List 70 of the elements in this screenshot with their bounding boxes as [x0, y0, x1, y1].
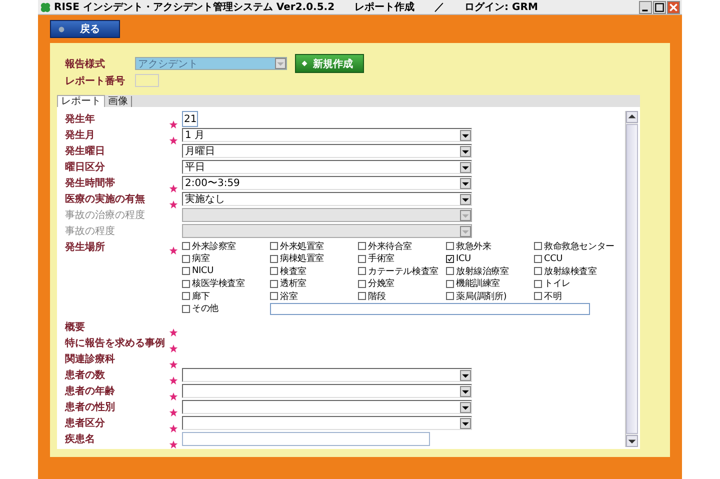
checkbox-option[interactable]: NICU [182, 265, 270, 278]
checkbox-option[interactable]: 薬局(調剤所) [446, 290, 534, 302]
dropdown[interactable]: 月曜日 [182, 144, 472, 158]
circle-icon [57, 24, 66, 34]
checkmark-icon [447, 256, 453, 262]
checkbox-option[interactable]: 救命救急センター [534, 240, 622, 252]
field-label: 医療の実施の有無 [65, 192, 146, 206]
maximize-icon[interactable] [653, 0, 666, 14]
dropdown[interactable]: 1 月 [182, 128, 472, 142]
other-location-field[interactable] [270, 302, 590, 314]
field-label: レポート番号 [65, 74, 126, 88]
window-title: RISE インシデント・アクシデント管理システム Ver2.0.5.2 レポート作成 ／ ログイン: GRM [54, 0, 538, 14]
back-button[interactable]: 戻る [50, 20, 120, 38]
checkbox-option[interactable]: ICU [446, 252, 534, 265]
field-label: 事故の治療の程度 [65, 208, 146, 222]
checkbox-option[interactable]: 核医学検査室 [182, 278, 270, 290]
checkbox-option[interactable]: 階段 [358, 290, 446, 302]
dropdown[interactable]: 2:00〜3:59 [182, 176, 472, 190]
field-label: 報告様式 [65, 58, 106, 70]
checkbox-option[interactable]: 機能訓練室 [446, 278, 534, 290]
field-label: 発生場所 [65, 240, 106, 254]
field-label: 患者の年齢 [65, 384, 116, 398]
checkbox-option[interactable]: カテーテル検査室 [358, 265, 446, 278]
dropdown[interactable]: 実施なし [182, 192, 472, 206]
checkbox-option[interactable]: 外来待合室 [358, 240, 446, 252]
checkbox-option[interactable]: その他 [182, 302, 270, 315]
checkbox-option[interactable]: 浴室 [270, 290, 358, 302]
checkbox-option[interactable]: 分娩室 [358, 278, 446, 290]
year-field[interactable]: 21 [182, 111, 198, 127]
new-report-button[interactable]: 新規作成 [295, 54, 364, 73]
scrollbar[interactable] [625, 111, 638, 447]
dropdown[interactable] [182, 368, 472, 382]
close-icon[interactable] [667, 0, 680, 14]
field-label: 発生月 [65, 128, 96, 142]
checkbox-option[interactable]: 透析室 [270, 278, 358, 290]
checkbox-option[interactable]: 不明 [534, 290, 622, 302]
field-label: 曜日区分 [65, 160, 106, 174]
field-label: 発生年 [65, 112, 96, 126]
field-label: 患者の数 [65, 368, 106, 382]
field-label: 特に報告を求める事例 [65, 336, 166, 350]
checkbox-option[interactable]: 病室 [182, 252, 270, 265]
clover-icon [40, 2, 51, 12]
dropdown[interactable] [182, 416, 472, 430]
report-number-field[interactable] [135, 74, 159, 87]
checkbox-option[interactable]: 廊下 [182, 290, 270, 302]
dropdown[interactable] [182, 384, 472, 398]
checkbox-option[interactable]: 放射線検査室 [534, 265, 622, 278]
field-label: 発生曜日 [65, 144, 106, 158]
checkbox-option[interactable]: 外来処置室 [270, 240, 358, 252]
field-label: 発生時間帯 [65, 176, 116, 190]
checkbox-option[interactable]: CCU [534, 252, 622, 265]
disease-name-field[interactable] [182, 432, 430, 446]
field-label: 関連診療科 [65, 352, 116, 366]
checkbox-option[interactable]: 外来診察室 [182, 240, 270, 252]
dropdown[interactable] [182, 400, 472, 414]
field-label: 患者区分 [65, 416, 106, 430]
checkbox-option[interactable]: 病棟処置室 [270, 252, 358, 265]
checkbox-option[interactable]: 手術室 [358, 252, 446, 265]
minimize-icon[interactable] [639, 0, 652, 14]
tab[interactable]: レポート [57, 95, 105, 107]
checkbox-option[interactable]: 検査室 [270, 265, 358, 278]
dropdown[interactable]: 平日 [182, 160, 472, 174]
checkbox-option[interactable]: 救急外来 [446, 240, 534, 252]
field-label: 事故の程度 [65, 224, 116, 238]
field-label: 疾患名 [65, 432, 96, 446]
field-label: 患者の性別 [65, 400, 116, 414]
diamond-icon [300, 59, 309, 68]
checkbox-option[interactable]: トイレ [534, 278, 622, 290]
checkbox-option[interactable]: 放射線治療室 [446, 265, 534, 278]
field-label: 概要 [65, 320, 86, 334]
